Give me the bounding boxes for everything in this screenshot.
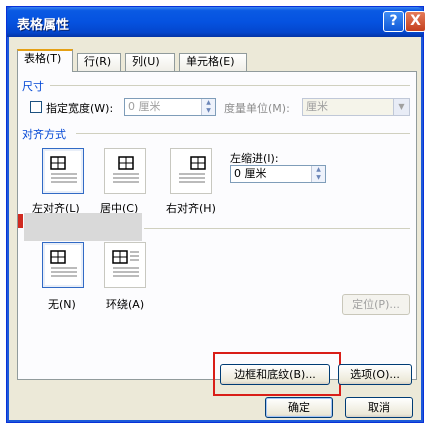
help-button[interactable]: ? [383,11,404,32]
redacted-area [24,213,142,241]
size-divider [50,85,410,86]
size-section-title: 尺寸 [22,80,44,93]
table-properties-dialog: 表格属性 ? X 表格(T) 行(R) 列(U) 单元格(E) 尺寸 指定宽度(… [6,6,426,423]
indent-value: 0 厘米 [234,167,267,180]
unit-value: 厘米 [306,100,328,113]
unit-label: 度量单位(M): [224,102,290,115]
borders-shading-button[interactable]: 边框和底纹(B)... [220,364,330,385]
cancel-button[interactable]: 取消 [345,397,413,418]
title-bar: 表格属性 ? X [7,7,426,37]
align-center-option[interactable] [104,148,146,194]
align-right-label: 右对齐(H) [166,202,216,215]
table-tab-panel: 尺寸 指定宽度(W): 0 厘米 ▲▼ 度量单位(M): 厘米 ▼ 对齐方式 [17,71,417,396]
width-input[interactable]: 0 厘米 ▲ ▼ [124,98,216,116]
align-center-icon [113,156,139,183]
tab-cell[interactable]: 单元格(E) [179,53,247,71]
wrap-around-label: 环绕(A) [106,298,145,311]
position-button[interactable]: 定位(P)... [342,294,410,315]
chevron-down-icon: ▼ [393,99,409,115]
wrap-around-option[interactable] [104,242,146,288]
width-spinner-icon[interactable]: ▲ ▼ [201,99,215,115]
red-mark [18,214,23,228]
width-value: 0 厘米 [128,100,161,113]
alignment-section-title: 对齐方式 [22,128,66,141]
indent-input[interactable]: 0 厘米 ▲ ▼ [230,165,326,183]
tab-row[interactable]: 行(R) [77,53,121,71]
alignment-divider [76,133,410,134]
align-right-icon [179,156,206,183]
specify-width-checkbox[interactable] [30,101,42,113]
align-left-icon [50,156,77,183]
tab-column[interactable]: 列(U) [125,53,175,71]
wrap-none-icon [50,250,77,277]
wrap-none-label: 无(N) [48,298,76,311]
align-right-option[interactable] [170,148,212,194]
dialog-title: 表格属性 [17,18,70,33]
specify-width-label: 指定宽度(W): [46,102,114,115]
indent-spinner-icon[interactable]: ▲ ▼ [311,166,325,182]
tab-table[interactable]: 表格(T) [17,49,73,72]
align-left-option[interactable] [42,148,84,194]
ok-button[interactable]: 确定 [265,397,333,418]
options-button[interactable]: 选项(O)... [338,364,412,385]
close-button[interactable]: X [405,11,426,32]
wrap-divider [144,228,410,229]
indent-label: 左缩进(I): [230,152,279,165]
wrap-around-icon [112,250,139,277]
unit-select[interactable]: 厘米 ▼ [302,98,410,116]
wrap-none-option[interactable] [42,242,84,288]
